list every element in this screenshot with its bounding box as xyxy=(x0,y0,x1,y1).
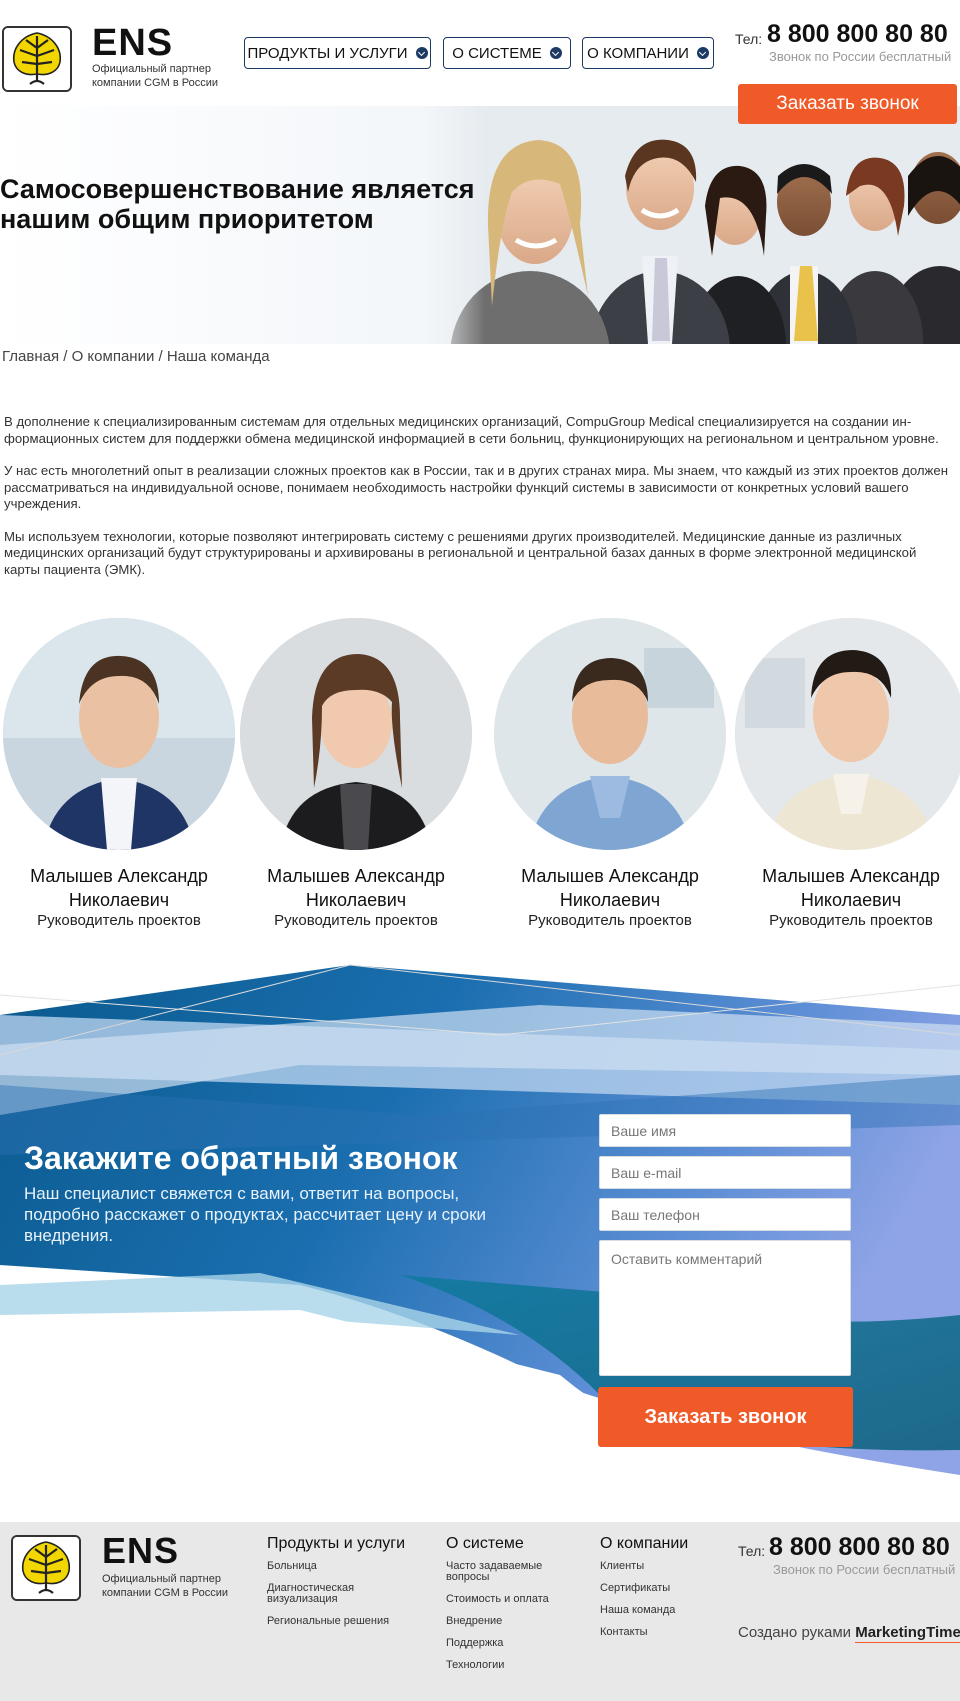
hero-title: Самосовершенствование является нашим общ… xyxy=(0,174,475,234)
team-member-name: Малышев Александр Николаевич xyxy=(521,866,699,910)
made-by-credit: Создано руками MarketingTime xyxy=(738,1624,960,1643)
phone-note: Звонок по России бесплатный xyxy=(769,49,952,64)
nav-company-label: О КОМПАНИИ xyxy=(587,44,689,62)
chevron-down-icon xyxy=(415,47,428,59)
team-member-name: Малышев Александр Николаевич xyxy=(267,866,445,910)
team-member-role: Руководитель проектов xyxy=(37,912,201,929)
nav-system[interactable]: О СИСТЕМЕ xyxy=(443,37,571,69)
team-member-name: Малышев Александр Николаевич xyxy=(30,866,208,910)
footer-link[interactable]: Контакты xyxy=(600,1627,710,1638)
comment-field[interactable]: Оставить комментарий xyxy=(599,1240,851,1376)
footer-column-company: О компании Клиенты Сертификаты Наша кома… xyxy=(600,1535,710,1649)
footer-brand-name: ENS xyxy=(102,1530,180,1571)
footer-link[interactable]: Технологии xyxy=(446,1660,556,1671)
team-member: Малышев Александр Николаевич Руководитель… xyxy=(731,618,960,929)
team-member-role: Руководитель проектов xyxy=(528,912,692,929)
logo-tree-icon[interactable] xyxy=(11,1535,81,1601)
name-field[interactable]: Ваше имя xyxy=(599,1114,851,1147)
nav-company[interactable]: О КОМПАНИИ xyxy=(582,37,714,69)
team-member-photo xyxy=(240,618,472,850)
footer-phone-note: Звонок по России бесплатный xyxy=(773,1562,956,1577)
footer-link[interactable]: Больница xyxy=(267,1561,377,1572)
team-member-photo xyxy=(494,618,726,850)
team-photo-image xyxy=(420,106,960,344)
callback-title: Закажите обратный звонок xyxy=(24,1140,458,1176)
footer-link[interactable]: Региональные решения xyxy=(267,1616,407,1627)
phone-number[interactable]: 8 800 800 80 80 xyxy=(767,20,948,49)
nav-system-label: О СИСТЕМЕ xyxy=(452,44,542,62)
intro-paragraph: Мы используем технологии, которые позвол… xyxy=(4,528,917,577)
footer-link[interactable]: Внедрение xyxy=(446,1616,556,1627)
footer-link[interactable]: Стоимость и оплата xyxy=(446,1594,586,1605)
footer-link[interactable]: Наша команда xyxy=(600,1605,710,1616)
brand-subtitle: Официальный партнер компании CGM в Росси… xyxy=(92,63,218,89)
footer-link[interactable]: Часто задаваемые вопросы xyxy=(446,1561,556,1583)
footer-tel-label: Тел: xyxy=(738,1543,766,1559)
order-call-button[interactable]: Заказать звонок xyxy=(738,84,957,124)
breadcrumb[interactable]: Главная / О компании / Наша команда xyxy=(2,348,270,365)
tel-label: Тел: xyxy=(735,31,763,47)
team-member: Малышев Александр Николаевич Руководитель… xyxy=(0,618,239,929)
team-member-name: Малышев Александр Николаевич xyxy=(762,866,940,910)
intro-text: В дополнение к специализированным систем… xyxy=(4,414,954,594)
email-field[interactable]: Ваш e-mail xyxy=(599,1156,851,1189)
nav-products[interactable]: ПРОДУКТЫ И УСЛУГИ xyxy=(244,37,431,69)
team-member: Малышев Александр Николаевич Руководитель… xyxy=(490,618,730,929)
footer-phone-number[interactable]: 8 800 800 80 80 xyxy=(769,1533,950,1562)
footer-column-title: О системе xyxy=(446,1535,524,1552)
team-section: Малышев Александр Николаевич Руководитель… xyxy=(0,618,960,938)
phone-field[interactable]: Ваш телефон xyxy=(599,1198,851,1231)
footer-link[interactable]: Поддержка xyxy=(446,1638,556,1649)
submit-callback-button[interactable]: Заказать звонок xyxy=(598,1387,853,1447)
made-by-link[interactable]: MarketingTime xyxy=(855,1624,960,1643)
callback-description: Наш специалист свяжется с вами, ответит … xyxy=(24,1184,487,1245)
hero-banner: Самосовершенствование является нашим общ… xyxy=(0,106,960,344)
chevron-down-icon xyxy=(696,47,709,59)
footer-link[interactable]: Сертификаты xyxy=(600,1583,710,1594)
nav-products-label: ПРОДУКТЫ И УСЛУГИ xyxy=(247,44,408,62)
intro-paragraph: В дополнение к специализированным систем… xyxy=(4,414,939,446)
chevron-down-icon xyxy=(549,47,562,59)
team-member: Малышев Александр Николаевич Руководитель… xyxy=(236,618,476,929)
footer-column-title: О компании xyxy=(600,1535,689,1552)
footer-brand-subtitle: Официальный партнер компании CGM в Росси… xyxy=(102,1573,228,1599)
team-member-role: Руководитель проектов xyxy=(769,912,933,929)
team-member-role: Руководитель проектов xyxy=(274,912,438,929)
footer-link[interactable]: Диагностическая визуализация xyxy=(267,1583,377,1605)
logo-tree-icon[interactable] xyxy=(2,26,72,92)
footer-column-products: Продукты и услуги Больница Диагностическ… xyxy=(267,1535,407,1638)
footer-column-system: О системе Часто задаваемые вопросы Стоим… xyxy=(446,1535,586,1682)
brand-name: ENS xyxy=(92,22,174,64)
footer-link[interactable]: Клиенты xyxy=(600,1561,710,1572)
site-footer: ENS Официальный партнер компании CGM в Р… xyxy=(0,1522,960,1701)
team-member-photo xyxy=(3,618,235,850)
team-member-photo xyxy=(735,618,960,850)
intro-paragraph: У нас есть многолетний опыт в реализации… xyxy=(4,463,948,511)
footer-column-title: Продукты и услуги xyxy=(267,1535,406,1552)
